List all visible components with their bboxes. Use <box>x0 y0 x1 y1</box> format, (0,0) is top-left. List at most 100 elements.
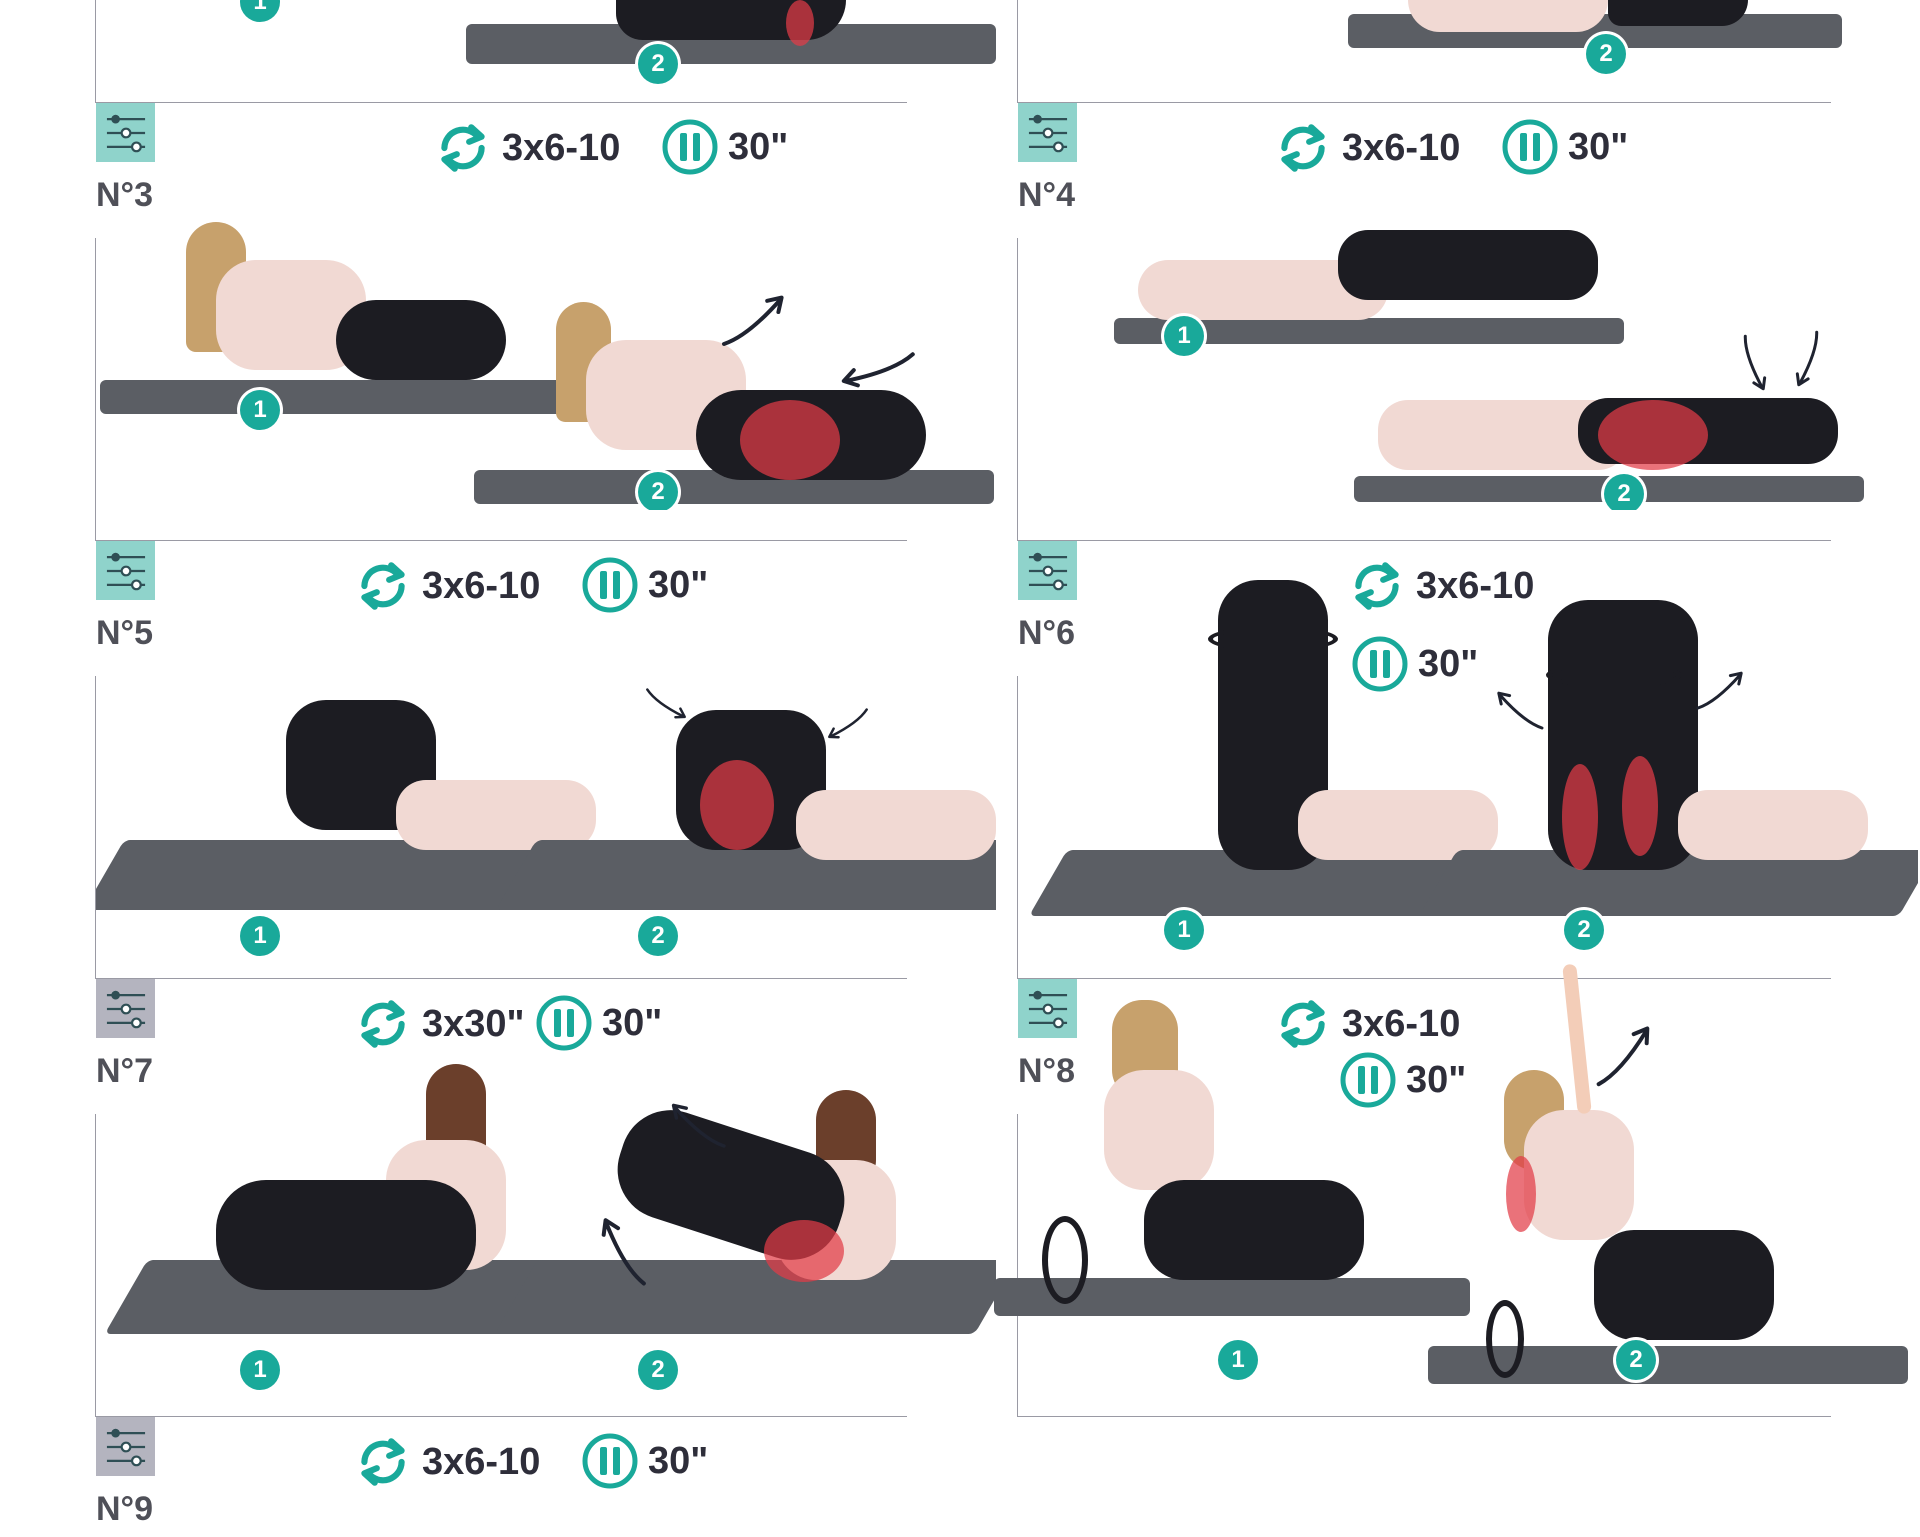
muscle-highlight <box>786 0 814 46</box>
rest-value: 30" <box>1568 125 1629 168</box>
pilates-ring <box>1208 626 1338 652</box>
motion-arrow-icon <box>1692 660 1752 720</box>
motion-arrow-icon <box>656 1090 736 1160</box>
rest-stat: 30" <box>1500 117 1628 177</box>
pilates-ring <box>1546 662 1682 688</box>
person-top-2 <box>1678 790 1868 860</box>
exercise-4-photo: 1 2 <box>1018 210 1918 510</box>
rest-value: 30" <box>648 1439 709 1482</box>
repeat-icon <box>352 993 414 1055</box>
exercise-5-photo: 1 2 <box>96 660 996 960</box>
person-top-2 <box>1524 1110 1634 1240</box>
frame-divider-5 <box>95 978 907 979</box>
step-badge: 1 <box>240 916 280 956</box>
exercise-mat-1 <box>100 380 580 414</box>
step-badge: 2 <box>1564 910 1604 950</box>
rest-stat: 30" <box>580 555 708 615</box>
person-legs-1 <box>1338 230 1598 300</box>
exercise-number: N°5 <box>96 614 154 652</box>
step-badge: 2 <box>1604 474 1644 510</box>
reps-stat: 3x6-10 <box>432 117 620 179</box>
step-badge: 1 <box>1164 910 1204 950</box>
person-figure-legs <box>1608 0 1748 26</box>
reps-value: 3x6-10 <box>422 564 541 607</box>
rest-stat: 30" <box>534 993 662 1053</box>
muscle-highlight <box>1506 1156 1536 1232</box>
top-left-exercise-photo: 1 2 <box>96 0 996 100</box>
reps-value: 3x6-10 <box>1342 126 1461 169</box>
repeat-icon <box>352 1431 414 1493</box>
rest-value: 30" <box>602 1001 663 1044</box>
step-badge: 1 <box>240 390 280 430</box>
rest-value: 30" <box>648 563 709 606</box>
step-badge: 1 <box>240 1350 280 1390</box>
difficulty-level-icon <box>96 979 155 1038</box>
motion-arrow-icon <box>1577 994 1675 1116</box>
repeat-icon <box>432 117 494 179</box>
frame-top-right-divider <box>1017 102 1831 103</box>
reps-stat: 3x30" <box>352 993 525 1055</box>
difficulty-level-icon <box>1018 103 1077 162</box>
frame-divider-3 <box>95 540 907 541</box>
step-badge: 2 <box>638 1350 678 1390</box>
muscle-highlight <box>1562 764 1598 870</box>
repeat-icon <box>352 555 414 617</box>
frame-top-left-divider <box>95 102 907 103</box>
person-legs-1 <box>1144 1180 1364 1280</box>
muscle-highlight <box>700 760 774 850</box>
person-legs-2 <box>1594 1230 1774 1340</box>
repeat-icon <box>1272 117 1334 179</box>
step-badge: 1 <box>1164 316 1204 356</box>
muscle-highlight <box>1598 400 1708 470</box>
pause-icon <box>534 993 594 1053</box>
reps-stat: 3x6-10 <box>352 555 540 617</box>
pause-icon <box>580 555 640 615</box>
difficulty-level-icon <box>96 103 155 162</box>
motion-arrow-icon <box>716 280 796 360</box>
step-badge: 2 <box>1616 1340 1656 1380</box>
motion-arrow-icon <box>811 675 883 775</box>
reps-value: 3x6-10 <box>502 126 621 169</box>
reps-stat: 3x6-10 <box>1272 117 1460 179</box>
motion-arrow-icon <box>1755 317 1860 404</box>
rest-stat: 30" <box>580 1431 708 1491</box>
pilates-ring <box>1486 1300 1524 1378</box>
step-badge: 2 <box>638 916 678 956</box>
step-badge: 2 <box>638 44 678 84</box>
frame-divider-8 <box>1017 1416 1831 1417</box>
muscle-highlight <box>1622 756 1658 856</box>
step-badge: 2 <box>1586 34 1626 74</box>
exercise-8-photo: 1 2 <box>994 960 1920 1400</box>
exercise-7-photo: 1 2 <box>96 1060 996 1400</box>
muscle-highlight <box>764 1220 844 1282</box>
pilates-ring <box>1042 1216 1088 1304</box>
person-top-1 <box>1104 1070 1214 1190</box>
frame-divider-4 <box>1017 540 1831 541</box>
pause-icon <box>660 117 720 177</box>
rest-value: 30" <box>728 125 789 168</box>
rest-stat: 30" <box>660 117 788 177</box>
exercise-6-photo: 1 2 <box>1018 560 1918 960</box>
step-badge: 2 <box>638 472 678 510</box>
pause-icon <box>1500 117 1560 177</box>
exercise-number: N°9 <box>96 1490 154 1528</box>
difficulty-level-icon <box>96 541 155 600</box>
step-badge: 1 <box>1218 1340 1258 1380</box>
person-figure <box>1408 0 1608 32</box>
person-legs-1 <box>336 300 506 380</box>
frame-divider-7 <box>95 1416 907 1417</box>
exercise-mat-2 <box>494 1260 996 1334</box>
reps-stat: 3x6-10 <box>352 1431 540 1493</box>
top-right-exercise-photo: 2 <box>1018 0 1918 100</box>
pause-icon <box>580 1431 640 1491</box>
muscle-highlight <box>740 400 840 480</box>
motion-arrow-icon <box>631 660 703 755</box>
person-legs-1 <box>216 1180 476 1290</box>
exercise-3-photo: 1 2 <box>96 210 996 510</box>
step-badge: 1 <box>240 0 280 22</box>
motion-arrow-icon <box>1488 680 1548 740</box>
person-top-2 <box>796 790 996 860</box>
difficulty-level-icon <box>96 1417 155 1476</box>
reps-value: 3x6-10 <box>422 1440 541 1483</box>
reps-value: 3x30" <box>422 1002 525 1045</box>
